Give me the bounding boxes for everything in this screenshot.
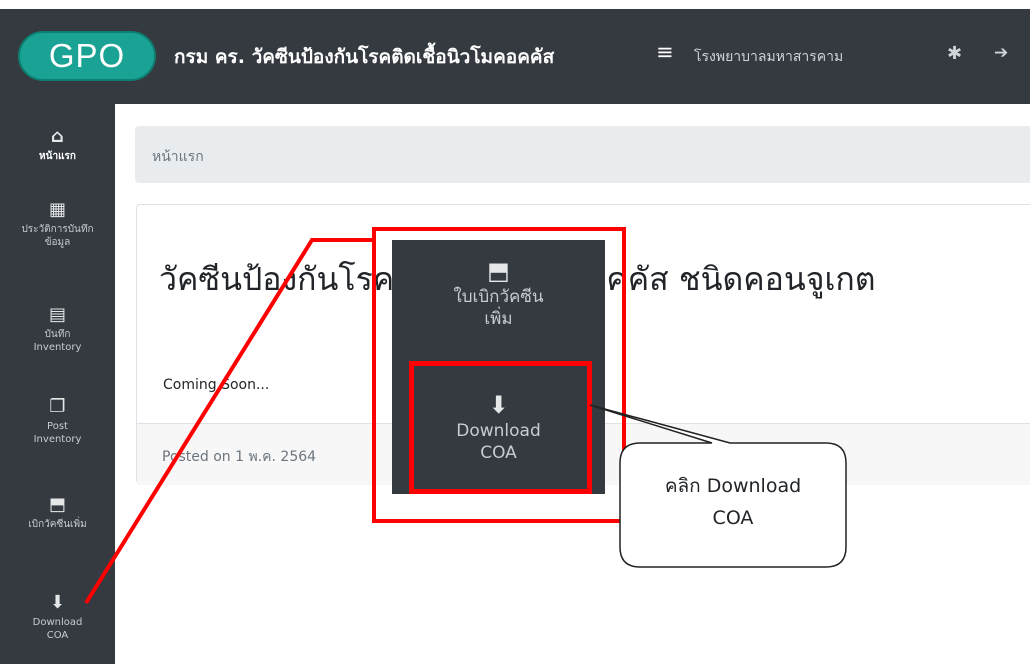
breadcrumb: หน้าแรก xyxy=(135,126,1030,183)
sidebar-item-label: บันทึก Inventory xyxy=(33,329,82,353)
sidebar-item-post-inventory[interactable]: ❐ Post Inventory xyxy=(0,396,115,446)
callout-text: คลิก Download COA xyxy=(620,470,846,534)
download-file-icon: ⬇ xyxy=(49,592,66,613)
home-icon: ⌂ xyxy=(51,126,64,147)
download-coa-highlight xyxy=(409,361,592,494)
gpo-logo[interactable]: GPO xyxy=(18,31,156,81)
sidebar: ⌂ หน้าแรก ▦ ประวัติการบันทึกข้อมูล ▤ บัน… xyxy=(0,104,115,664)
sidebar-item-label: ประวัติการบันทึกข้อมูล xyxy=(21,224,94,248)
logout-icon[interactable]: ➔ xyxy=(994,43,1008,63)
sidebar-item-label: Post Inventory xyxy=(33,421,82,445)
callout-line-2: COA xyxy=(712,507,754,529)
sidebar-item-history[interactable]: ▦ ประวัติการบันทึกข้อมูล xyxy=(0,199,115,249)
gear-icon[interactable]: ✱ xyxy=(947,43,962,64)
sidebar-item-download-coa[interactable]: ⬇ Download COA xyxy=(0,592,115,642)
sidebar-item-home[interactable]: ⌂ หน้าแรก xyxy=(0,126,115,163)
callout-line-1: คลิก Download xyxy=(664,475,802,497)
pdf-file-icon: ⬒ xyxy=(48,494,66,515)
sidebar-item-request-vaccine[interactable]: ⬒ เบิกวัคซีนเพิ่ม xyxy=(0,494,115,531)
sidebar-item-label: เบิกวัคซีนเพิ่ม xyxy=(28,519,87,530)
copy-icon: ❐ xyxy=(49,396,66,417)
breadcrumb-home[interactable]: หน้าแรก xyxy=(152,146,204,168)
sidebar-item-inventory[interactable]: ▤ บันทึก Inventory xyxy=(0,304,115,354)
card-body-text: Coming Soon... xyxy=(163,377,270,393)
app-title: กรม คร. วัคซีนป้องกันโรคติดเชื้อนิวโมคอค… xyxy=(174,46,555,68)
sidebar-item-label: หน้าแรก xyxy=(39,151,76,162)
top-navbar: GPO กรม คร. วัคซีนป้องกันโรคติดเชื้อนิวโ… xyxy=(0,9,1030,104)
clipboard-icon: ▤ xyxy=(48,304,66,325)
hospital-name[interactable]: โรงพยาบาลมหาสารคาม xyxy=(694,46,843,68)
logo-text: GPO xyxy=(48,37,126,74)
menu-toggle-icon[interactable]: ≡ xyxy=(656,40,674,64)
posted-date: Posted on 1 พ.ค. 2564 xyxy=(162,449,317,465)
sidebar-item-label: Download COA xyxy=(32,617,83,641)
calendar-icon: ▦ xyxy=(48,199,66,220)
